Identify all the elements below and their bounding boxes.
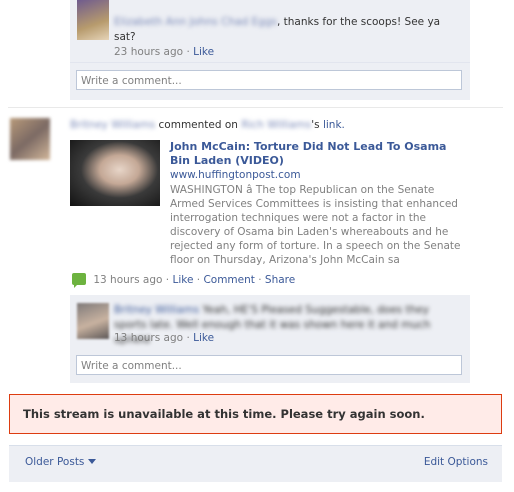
commenter-avatar[interactable] [77,303,109,339]
comment-text-line: Elizabeth Ann Johns Chad Eggs, thanks fo… [114,15,464,45]
commenter-name[interactable]: Britney Williams [114,304,199,316]
share-link[interactable]: Share [265,274,295,286]
post-comment-section: Britney Williams Yeah, HE'S Pleased Sugg… [70,295,470,383]
comment-meta: 23 hours ago · Like [114,46,215,58]
like-link[interactable]: Like [172,274,193,286]
edit-options-link[interactable]: Edit Options [424,456,488,468]
post-action: commented on [158,119,238,131]
older-posts-label: Older Posts [25,456,85,468]
top-comment: Elizabeth Ann Johns Chad Eggs, thanks fo… [70,0,470,63]
chevron-down-icon [88,459,97,464]
poster-avatar[interactable] [10,118,50,160]
like-link[interactable]: Like [193,46,214,58]
write-comment-input[interactable]: Write a comment... [76,355,462,375]
commenter-name[interactable]: Elizabeth Ann Johns Chad Eggs [114,16,277,28]
commenter-avatar[interactable] [77,0,109,40]
poster-name[interactable]: Britney Williams [70,119,155,131]
comment-time: 23 hours ago [114,46,184,58]
older-posts-button[interactable]: Older Posts [25,456,97,468]
like-link[interactable]: Like [193,332,214,344]
article-url[interactable]: www.huffingtonpost.com [170,169,301,181]
post-divider [8,107,503,108]
post-header: Britney Williams commented on Rich Willi… [70,119,345,131]
comment-time: 13 hours ago [114,332,184,344]
stream-footer: Older Posts Edit Options [9,445,502,482]
article-thumbnail[interactable] [70,140,160,206]
comment-bubble-icon [72,273,86,288]
top-comment-section: Elizabeth Ann Johns Chad Eggs, thanks fo… [70,0,470,100]
target-name[interactable]: Rich Williams [241,119,311,131]
link-link[interactable]: link. [323,119,345,131]
stream-error-message: This stream is unavailable at this time.… [9,394,502,434]
article-description: WASHINGTON â The top Republican on the S… [170,184,461,266]
post-meta: 13 hours ago · Like · Comment · Share [72,273,295,288]
post-time: 13 hours ago [93,274,163,286]
comment-meta: 13 hours ago · Like [114,332,215,344]
article-title[interactable]: John McCain: Torture Did Not Lead To Osa… [170,140,465,168]
comment-link[interactable]: Comment [203,274,254,286]
write-comment-input[interactable]: Write a comment... [76,70,462,90]
